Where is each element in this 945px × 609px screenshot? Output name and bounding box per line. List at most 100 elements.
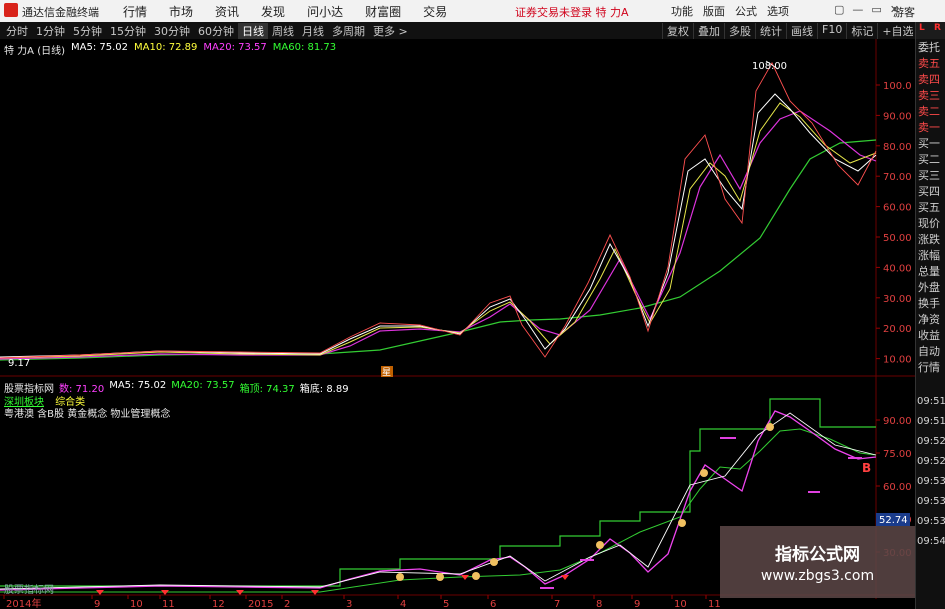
tick-time: 09:51 (917, 396, 945, 407)
y-tick-label: 60.00 (883, 482, 912, 493)
indicator-box-bottom: 箱底: 8.89 (299, 384, 349, 395)
menu-wealth[interactable]: 财富圈 (354, 3, 412, 20)
tab-monthly[interactable]: 月线 (298, 23, 328, 39)
x-tick-label: 5 (443, 599, 449, 609)
y-tick-label: 20.00 (883, 324, 912, 335)
tab-daily[interactable]: 日线 (238, 23, 268, 39)
tick-times: 09:51 09:51 09:52 09:52 09:53 09:53 09:5… (917, 392, 945, 552)
tick-time: 09:53 (917, 516, 945, 527)
x-tick-label: 10 (674, 599, 687, 609)
field-outer: 外盘 (918, 281, 940, 294)
y-tick-label: 100.0 (883, 81, 912, 92)
top-links: 功能 版面 公式 选项 (666, 3, 794, 19)
x-tick-label: 2014年 (6, 597, 41, 609)
chart-area[interactable]: 100.0 90.00 80.00 70.00 60.00 50.00 40.00 30.00… (0, 39, 915, 609)
menu-trade[interactable]: 交易 (412, 3, 458, 20)
y-tick-label: 10.00 (883, 355, 912, 366)
x-tick-label: 7 (554, 599, 560, 609)
auto-quote-2[interactable]: 行情 (918, 360, 940, 376)
field-turnover: 换手 (918, 297, 940, 310)
tab-multi-period[interactable]: 多周期 (328, 23, 369, 39)
event-marker-label: 星 (382, 367, 391, 378)
link-layout[interactable]: 版面 (698, 3, 730, 19)
indicator-ma20: MA20: 73.57 (171, 380, 235, 391)
tool-draw[interactable]: 画线 (786, 23, 817, 39)
x-tick-label: 11 (708, 599, 721, 609)
guest-label[interactable]: 游客 (893, 4, 915, 20)
tick-time: 09:52 (917, 456, 945, 467)
tool-statistics[interactable]: 统计 (755, 23, 786, 39)
ma60-label: MA60: 81.73 (272, 42, 337, 53)
tab-1min[interactable]: 1分钟 (32, 23, 69, 39)
bottom-watermark: 股票指标网 (4, 585, 54, 596)
tool-overlay[interactable]: 叠加 (693, 23, 724, 39)
field-change: 涨跌 (918, 233, 940, 246)
tab-weekly[interactable]: 周线 (268, 23, 298, 39)
main-menu: 行情 市场 资讯 发现 问小达 财富圈 交易 (112, 3, 458, 20)
main-legend: 特 力A (日线) MA5: 75.02 MA10: 72.89 MA20: 7… (4, 42, 336, 57)
maximize-icon[interactable]: ▭ (867, 3, 885, 16)
x-tick-label: 3 (346, 599, 352, 609)
y-tick-label: 50.00 (883, 233, 912, 244)
tick-time: 09:53 (917, 496, 945, 507)
app-logo-icon (4, 3, 18, 17)
y-tick-label: 90.00 (883, 416, 912, 427)
menu-market[interactable]: 市场 (158, 3, 204, 20)
field-buy3: 买三 (918, 169, 940, 182)
tool-adjust[interactable]: 复权 (662, 23, 693, 39)
link-formula[interactable]: 公式 (730, 3, 762, 19)
link-function[interactable]: 功能 (666, 3, 698, 19)
indicator-box-top: 箱顶: 74.37 (239, 384, 295, 395)
tool-f10[interactable]: F10 (817, 23, 846, 39)
quote-side-panel: L R 委托 卖五 卖四 卖三 卖二 卖一 买一 买二 买三 买四 买五 现价 … (915, 22, 945, 609)
stock-label[interactable]: 特 力A (日线) (4, 42, 65, 57)
y-tick-label: 70.00 (883, 172, 912, 183)
tool-mark[interactable]: 标记 (846, 23, 877, 39)
concept-tags: 粤港澳 含B股 黄金概念 物业管理概念 (4, 409, 171, 420)
menu-news[interactable]: 资讯 (204, 3, 250, 20)
menu-ask[interactable]: 问小达 (296, 3, 354, 20)
hand-icon (490, 558, 498, 566)
ma5-label: MA5: 75.02 (71, 42, 129, 53)
link-options[interactable]: 选项 (762, 3, 794, 19)
tab-60min[interactable]: 60分钟 (194, 23, 238, 39)
x-tick-label: 8 (596, 599, 602, 609)
panel-r-label[interactable]: R (934, 23, 941, 33)
tab-more[interactable]: 更多 > (369, 23, 412, 39)
tab-30min[interactable]: 30分钟 (150, 23, 194, 39)
tab-15min[interactable]: 15分钟 (106, 23, 150, 39)
y-tick-label: 80.00 (883, 142, 912, 153)
x-tick-label: 2 (284, 599, 290, 609)
restore-icon[interactable]: ▢ (830, 3, 848, 16)
field-volume: 总量 (918, 265, 940, 278)
hand-icon (678, 519, 686, 527)
minimize-icon[interactable]: — (848, 3, 867, 16)
field-buy4: 买四 (918, 185, 940, 198)
app-name: 通达信金融终端 (22, 6, 99, 19)
x-tick-label: 9 (634, 599, 640, 609)
field-sell1: 卖一 (918, 121, 940, 134)
hand-icon (436, 573, 444, 581)
field-sell5: 卖五 (918, 57, 940, 70)
high-annotation: 108.00 (752, 61, 787, 72)
watermark-url: www.zbgs3.com (760, 568, 875, 584)
tool-add-watchlist[interactable]: +自选 (877, 23, 917, 39)
hand-icon (700, 469, 708, 477)
login-status[interactable]: 证券交易未登录 特 力A (515, 4, 629, 20)
tab-timeshare[interactable]: 分时 (2, 23, 32, 39)
x-tick-label: 11 (162, 599, 175, 609)
menu-market-quotes[interactable]: 行情 (112, 3, 158, 20)
field-earnings: 收益 (918, 329, 940, 342)
menu-discover[interactable]: 发现 (250, 3, 296, 20)
tool-multi-stock[interactable]: 多股 (724, 23, 755, 39)
y-tick-label: 60.00 (883, 203, 912, 214)
panel-l-label[interactable]: L (919, 23, 925, 33)
x-tick-label: 2015 (248, 599, 273, 609)
auto-quote-1[interactable]: 自动 (918, 344, 940, 360)
tick-time: 09:53 (917, 476, 945, 487)
buy-b-marker: B (862, 461, 871, 475)
low-annotation: 9.17 (8, 358, 30, 369)
x-tick-label: 6 (490, 599, 496, 609)
tab-5min[interactable]: 5分钟 (69, 23, 106, 39)
tick-time: 09:54 (917, 536, 945, 547)
